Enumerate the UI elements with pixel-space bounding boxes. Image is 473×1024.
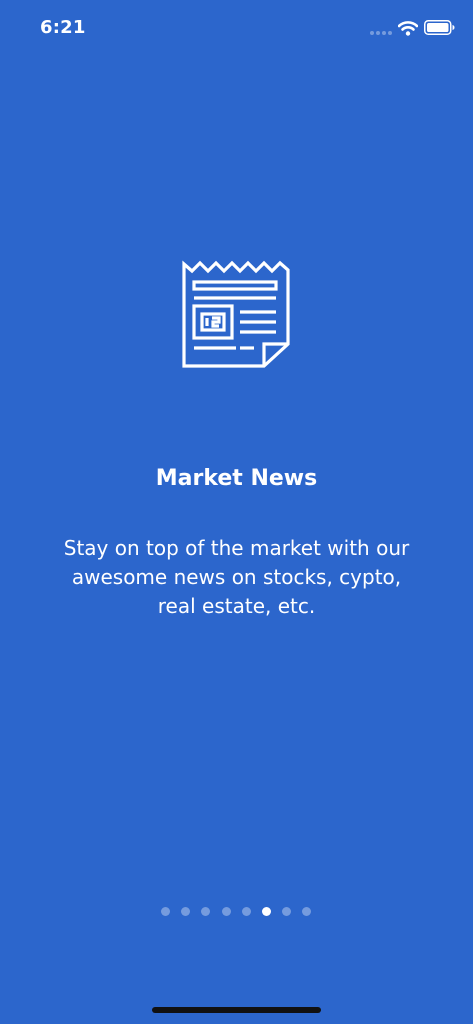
status-time: 6:21 <box>40 17 86 38</box>
newspaper-icon <box>182 260 290 368</box>
signal-dots-icon <box>370 31 394 35</box>
onboarding-description: Stay on top of the market with our aweso… <box>63 536 410 618</box>
home-indicator[interactable] <box>152 1007 321 1013</box>
page-dot[interactable] <box>221 907 231 916</box>
page-dot[interactable] <box>161 907 170 916</box>
page-dot[interactable] <box>241 907 251 916</box>
onboarding-title: Market News <box>155 466 318 491</box>
battery-icon <box>424 20 455 35</box>
page-dot[interactable] <box>302 907 312 916</box>
page-dot-active[interactable] <box>262 907 271 916</box>
page-dot[interactable] <box>181 907 191 916</box>
page-indicator[interactable] <box>161 907 313 917</box>
wifi-icon <box>398 21 418 36</box>
status-bar: 6:21 <box>0 0 473 56</box>
page-dot[interactable] <box>201 907 211 916</box>
page-dot[interactable] <box>282 907 292 916</box>
